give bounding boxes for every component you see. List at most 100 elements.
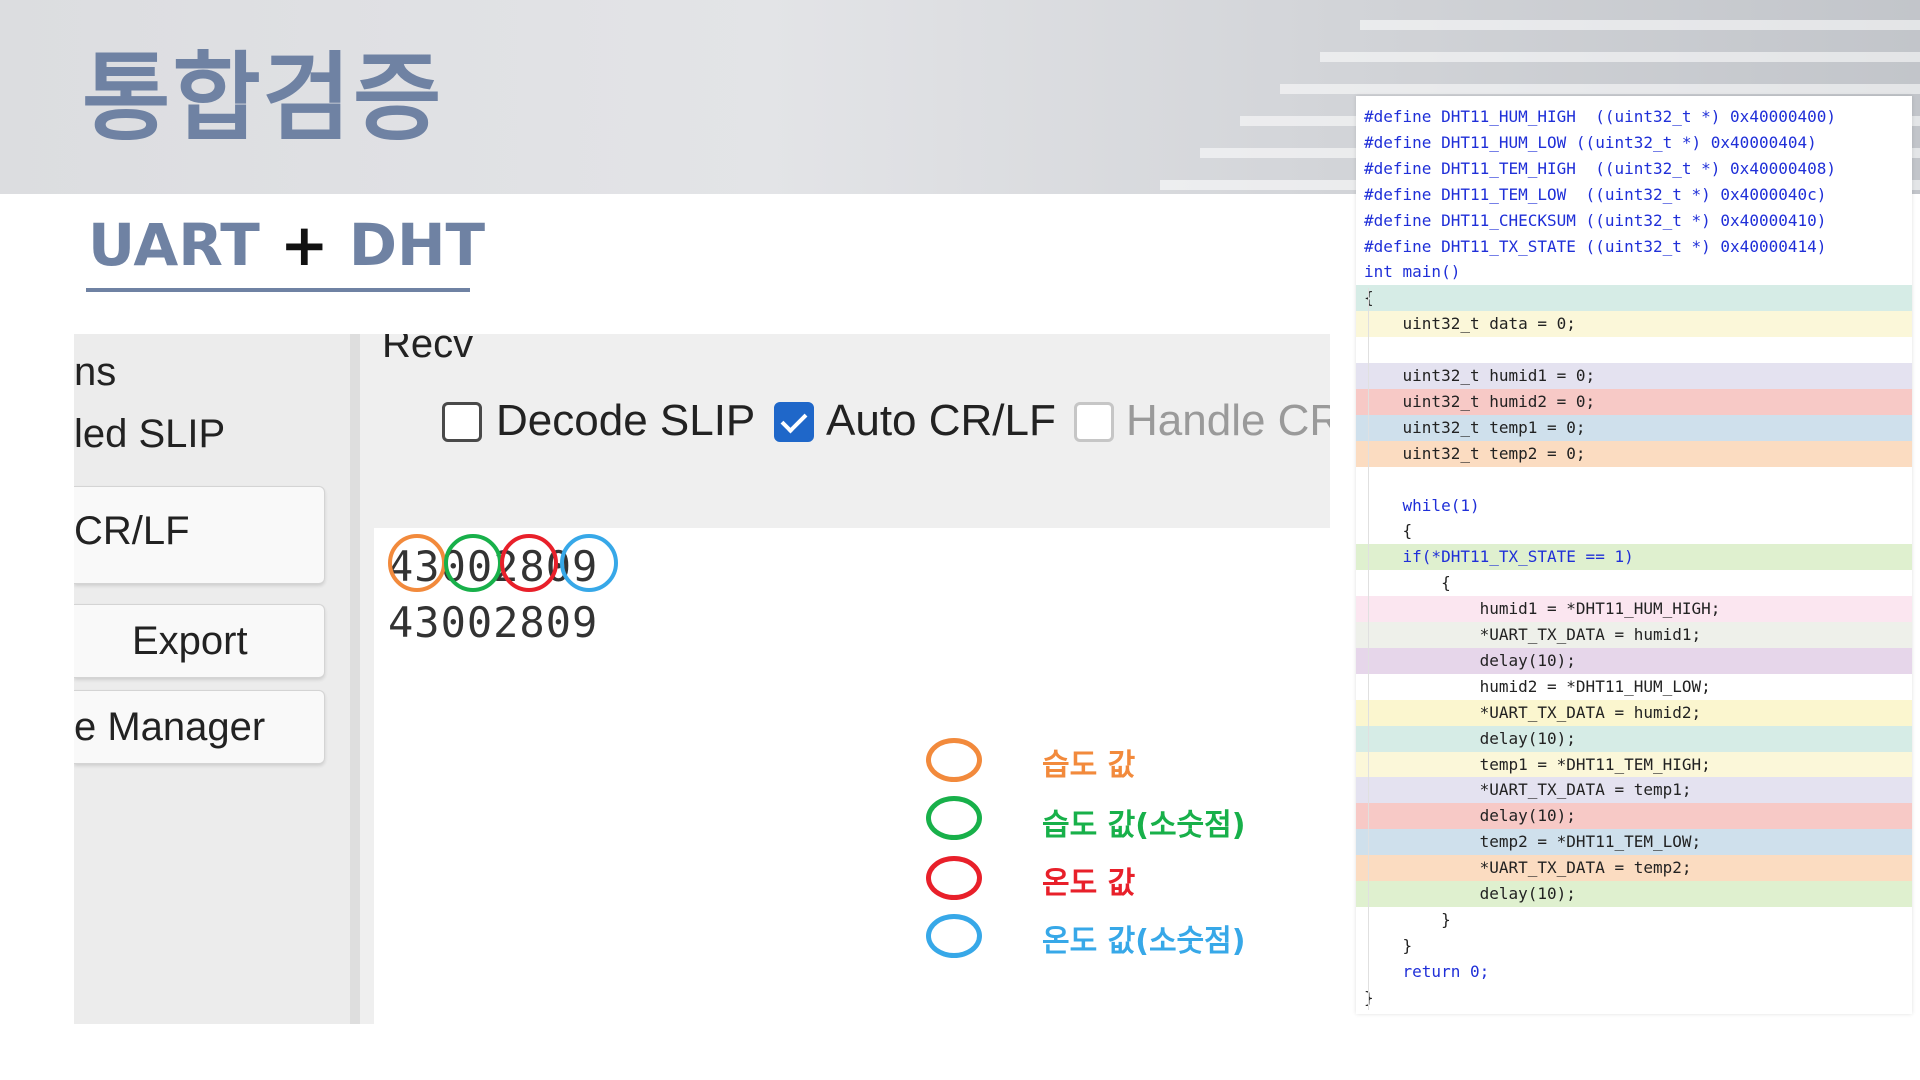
legend-label: 온도 값	[1042, 866, 1136, 901]
code-line-text: while(1)	[1364, 495, 1480, 515]
code-line-text: uint32_t temp1 = 0;	[1364, 417, 1586, 437]
code-line-text: if(*DHT11_TX_STATE == 1)	[1364, 547, 1634, 567]
code-line-text: *UART_TX_DATA = humid1;	[1364, 625, 1702, 644]
code-line-text: temp2 = *DHT11_TEM_LOW;	[1364, 832, 1702, 852]
code-line-text: {	[1364, 521, 1413, 541]
legend-swatch-orange	[926, 738, 982, 782]
recv-label: Recv	[382, 334, 474, 366]
code-line-text: int main()	[1364, 262, 1461, 282]
manager-button-label: e Manager	[74, 705, 266, 749]
code-line: #define DHT11_TEM_LOW ((uint32_t *) 0x40…	[1356, 181, 1912, 208]
code-line-text: {	[1364, 573, 1451, 593]
decode-slip-checkbox[interactable]	[442, 402, 482, 442]
legend-label: 습도 값	[1042, 748, 1136, 783]
section-title-plus: +	[280, 211, 329, 279]
code-line: *UART_TX_DATA = temp2;	[1356, 855, 1912, 882]
left-panel-crlf-option[interactable]: CR/LF	[74, 486, 325, 584]
banner-decoration	[1320, 52, 1920, 62]
code-line-text: *UART_TX_DATA = temp1;	[1364, 780, 1692, 800]
received-line: 43002809	[388, 598, 599, 647]
code-gutter-line	[1368, 288, 1369, 1010]
code-line-text: #define DHT11_HUM_LOW ((uint32_t *) 0x40…	[1364, 132, 1817, 152]
export-button-label: Export	[132, 619, 248, 663]
code-line: #define DHT11_HUM_LOW ((uint32_t *) 0x40…	[1356, 129, 1912, 156]
code-line-text: uint32_t temp2 = 0;	[1364, 443, 1586, 463]
panel-divider[interactable]	[350, 334, 360, 1024]
code-line-text: uint32_t data = 0;	[1364, 314, 1576, 334]
code-line: uint32_t temp2 = 0;	[1356, 440, 1912, 467]
humidity-decimal-marker	[444, 534, 502, 592]
auto-crlf-label: Auto CR/LF	[826, 396, 1056, 445]
code-line-text: #define DHT11_HUM_HIGH ((uint32_t *) 0x4…	[1364, 107, 1837, 126]
handle-crlf-checkbox	[1074, 402, 1114, 442]
code-line-text: #define DHT11_TEM_LOW ((uint32_t *) 0x40…	[1364, 184, 1827, 204]
code-line-text: humid1 = *DHT11_HUM_HIGH;	[1364, 599, 1721, 619]
code-line: temp2 = *DHT11_TEM_LOW;	[1356, 829, 1912, 856]
code-line: uint32_t temp1 = 0;	[1356, 414, 1912, 441]
terminal-left-panel: ns led SLIP CR/LF Export e Manager	[74, 334, 350, 1024]
handle-crlf-label: Handle CR/LF	[1126, 396, 1330, 445]
code-line: humid2 = *DHT11_HUM_LOW;	[1356, 673, 1912, 700]
left-panel-item[interactable]: led SLIP	[74, 412, 225, 457]
code-line: temp1 = *DHT11_TEM_HIGH;	[1356, 751, 1912, 778]
code-line: {	[1356, 518, 1912, 545]
code-line-text: #define DHT11_CHECKSUM ((uint32_t *) 0x4…	[1364, 210, 1827, 230]
code-line-text: temp1 = *DHT11_TEM_HIGH;	[1364, 754, 1711, 774]
code-line: {	[1356, 285, 1912, 312]
slide-title: 통합검증	[82, 42, 444, 154]
code-line-text: humid2 = *DHT11_HUM_LOW;	[1364, 676, 1711, 696]
code-line: delay(10);	[1356, 647, 1912, 674]
legend-swatch-blue	[926, 914, 982, 958]
section-title-uart: UART	[88, 211, 260, 279]
code-line-text: return 0;	[1364, 961, 1490, 981]
code-line: delay(10);	[1356, 725, 1912, 752]
temperature-integer-marker	[500, 534, 558, 592]
left-panel-item: ns	[74, 350, 117, 394]
decode-slip-label: Decode SLIP	[496, 396, 756, 445]
code-line-text: uint32_t humid2 = 0;	[1364, 391, 1596, 411]
code-line: while(1)	[1356, 492, 1912, 519]
code-line-text: delay(10);	[1364, 884, 1576, 903]
code-line-text: }	[1364, 909, 1451, 929]
code-line-text: delay(10);	[1364, 728, 1576, 748]
code-line: #define DHT11_TX_STATE ((uint32_t *) 0x4…	[1356, 233, 1912, 260]
banner-decoration	[1280, 84, 1920, 94]
temperature-decimal-marker	[560, 534, 618, 592]
code-line-text: delay(10);	[1364, 806, 1576, 826]
section-underline	[86, 288, 470, 292]
code-line: uint32_t humid2 = 0;	[1356, 388, 1912, 415]
code-line: humid1 = *DHT11_HUM_HIGH;	[1356, 596, 1912, 623]
code-line: *UART_TX_DATA = temp1;	[1356, 777, 1912, 804]
banner-decoration	[1360, 20, 1920, 30]
code-line: *UART_TX_DATA = humid1;	[1356, 622, 1912, 648]
legend-swatch-green	[926, 796, 982, 840]
code-line: delay(10);	[1356, 881, 1912, 907]
code-line	[1356, 337, 1912, 364]
left-panel-item: CR/LF	[74, 509, 190, 553]
code-line	[1356, 466, 1912, 493]
code-line: #define DHT11_HUM_HIGH ((uint32_t *) 0x4…	[1356, 104, 1912, 130]
code-line-text: *UART_TX_DATA = temp2;	[1364, 858, 1692, 878]
code-line-text: }	[1364, 935, 1413, 955]
code-line: {	[1356, 570, 1912, 597]
code-line: int main()	[1356, 259, 1912, 286]
code-line: #define DHT11_CHECKSUM ((uint32_t *) 0x4…	[1356, 207, 1912, 234]
code-line-text: #define DHT11_TEM_HIGH ((uint32_t *) 0x4…	[1364, 158, 1837, 178]
legend-label: 습도 값(소숫점)	[1042, 808, 1246, 843]
code-line-text: uint32_t humid1 = 0;	[1364, 366, 1596, 385]
code-line: delay(10);	[1356, 803, 1912, 830]
export-button[interactable]: Export	[74, 604, 325, 678]
code-line: uint32_t humid1 = 0;	[1356, 363, 1912, 389]
code-listing: #define DHT11_HUM_HIGH ((uint32_t *) 0x4…	[1356, 96, 1912, 1014]
section-title-dht: DHT	[348, 211, 486, 279]
legend-label: 온도 값(소숫점)	[1042, 924, 1246, 959]
code-line: }	[1356, 906, 1912, 933]
code-line: }	[1356, 984, 1912, 1011]
manager-button[interactable]: e Manager	[74, 690, 325, 764]
auto-crlf-checkbox[interactable]	[774, 402, 814, 442]
code-line-text: #define DHT11_TX_STATE ((uint32_t *) 0x4…	[1364, 236, 1827, 256]
legend-swatch-red	[926, 856, 982, 900]
section-title: UART + DHT	[88, 216, 485, 274]
code-line-text: delay(10);	[1364, 650, 1576, 670]
humidity-integer-marker	[388, 534, 446, 592]
